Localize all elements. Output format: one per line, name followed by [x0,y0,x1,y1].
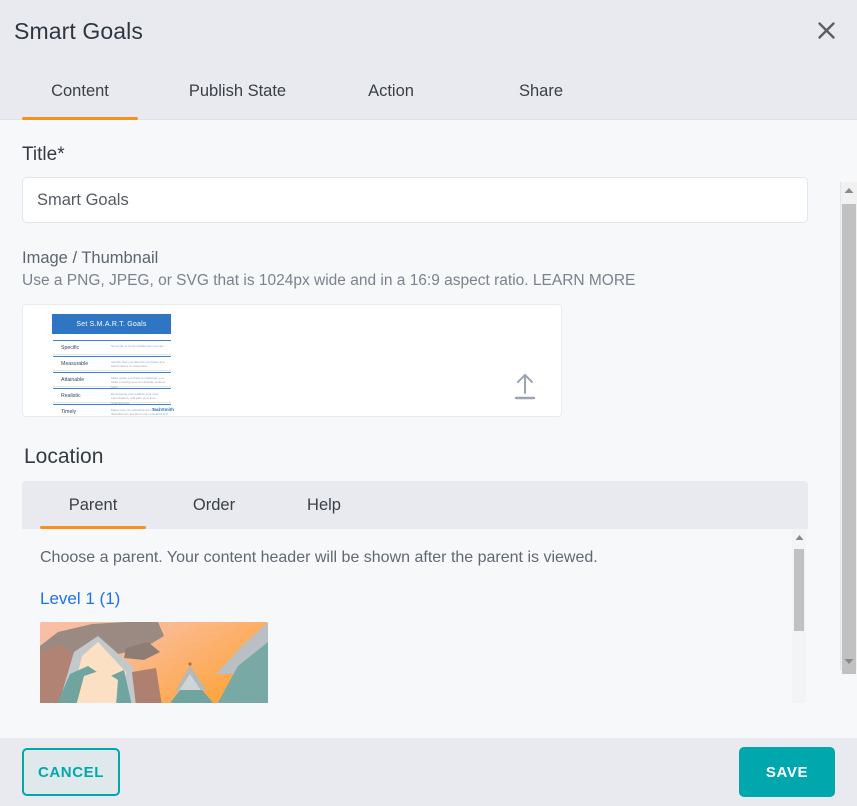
location-heading: Location [24,445,835,469]
modal-header: Smart Goals [0,0,857,62]
close-glyph [817,21,836,40]
chevron-up-glyph [844,187,854,194]
slide-row: Specific Set goals to be as detailed as … [53,340,171,355]
scroll-down-icon[interactable] [841,653,857,670]
parent-description: Choose a parent. Your content header wil… [40,549,790,567]
slide-row-label: Measurable [61,361,88,367]
cancel-button[interactable]: CANCEL [22,748,120,796]
close-icon[interactable] [809,13,843,47]
tab-label: Order [193,496,235,515]
upload-icon[interactable] [511,371,539,401]
slide-title: Set S.M.A.R.T. Goals [52,314,171,334]
level-1-link[interactable]: Level 1 (1) [40,589,120,609]
page-title: Smart Goals [14,18,143,45]
slide-row-label: Attainable [61,377,84,383]
tab-help[interactable]: Help [288,481,360,529]
tab-order[interactable]: Order [168,481,260,529]
image-thumbnail-hint: Use a PNG, JPEG, or SVG that is 1024px w… [22,272,835,290]
tab-label: Parent [69,496,118,515]
location-panel: Parent Order Help Choose a parent. Your … [22,481,808,703]
slide-row: Measurable Identify how you discover pro… [53,356,171,371]
title-field-label: Title* [22,144,835,166]
tab-label: Help [307,496,341,515]
tab-parent[interactable]: Parent [40,481,146,529]
scroll-up-icon[interactable] [792,529,806,546]
upload-glyph [511,371,539,401]
location-tab-bar: Parent Order Help [22,481,808,529]
slide-row-text: Set goals to be as detailed as you can. [111,344,168,348]
image-thumbnail-label: Image / Thumbnail [22,249,835,268]
tab-action[interactable]: Action [339,62,443,120]
location-scrollbar[interactable] [792,529,806,703]
slide-footer-logo: TechSmith [152,407,174,412]
scrollbar-thumb[interactable] [842,204,856,674]
scrollbar-thumb[interactable] [794,549,804,631]
tab-label: Share [519,82,563,101]
slide-row-text: Identify how you discover progress and p… [111,360,168,369]
parent-card-thumbnail[interactable] [40,622,268,703]
slide-row: Attainable Make goals you have to challe… [53,372,171,387]
scroll-up-icon[interactable] [841,182,857,199]
mountain-illustration [40,622,268,703]
main-tab-bar: Content Publish State Action Share [0,62,857,120]
spacer [22,223,835,249]
thumbnail-preview: Set S.M.A.R.T. Goals Specific Set goals … [39,308,186,415]
location-tab-content: Choose a parent. Your content header wil… [22,529,808,703]
tab-label: Publish State [189,82,286,101]
modal-body-content: Title* Image / Thumbnail Use a PNG, JPEG… [0,120,857,703]
slide-row-label: Specific [61,345,79,351]
slide-row-label: Realistic [61,393,81,399]
tab-content[interactable]: Content [22,62,138,120]
chevron-down-glyph [844,658,854,665]
save-button[interactable]: SAVE [739,747,835,797]
slide-row-label: Timely [61,409,76,415]
modal-scrollbar[interactable] [840,182,857,670]
thumbnail-dropzone[interactable]: Set S.M.A.R.T. Goals Specific Set goals … [22,304,562,417]
smart-goals-modal: Smart Goals Content Publish State Action… [0,0,857,806]
slide-row: Realistic Be forgiving and realistic you… [53,388,171,403]
chevron-up-glyph [795,534,804,541]
modal-footer: CANCEL SAVE [0,738,857,806]
title-input[interactable] [22,177,808,223]
tab-publish-state[interactable]: Publish State [160,62,315,120]
tab-share[interactable]: Share [491,62,591,120]
tab-label: Content [51,82,109,101]
modal-body: Title* Image / Thumbnail Use a PNG, JPEG… [0,120,857,738]
tab-label: Action [368,82,414,101]
